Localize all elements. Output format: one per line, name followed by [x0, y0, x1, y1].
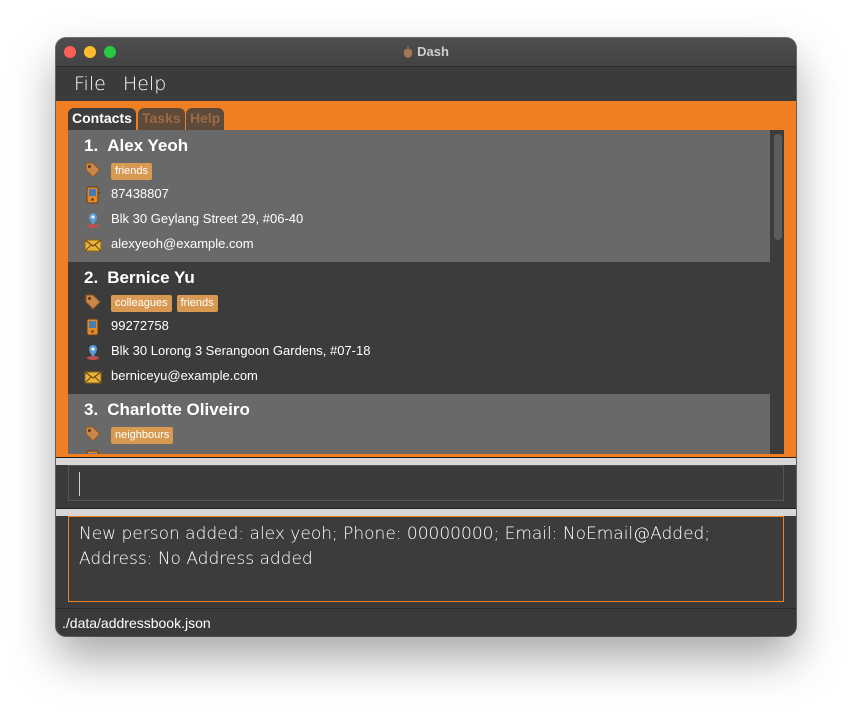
contact-card[interactable]: 3. Charlotte Oliveiro neighbours	[68, 394, 770, 454]
phone-text: 87438807	[111, 186, 169, 201]
tag-badge: colleagues	[111, 295, 172, 312]
contact-index: 3.	[84, 400, 99, 419]
phone-icon	[84, 186, 102, 209]
contact-name: 1. Alex Yeoh	[84, 136, 188, 156]
result-display: New person added: alex yeoh; Phone: 0000…	[68, 516, 784, 602]
contact-card[interactable]: 1. Alex Yeoh friends 87438807 Blk 30 Gey…	[68, 130, 770, 262]
phone-icon	[84, 450, 102, 454]
tag-icon	[84, 161, 102, 184]
menu-file[interactable]: File	[74, 73, 106, 95]
status-file-path: ./data/addressbook.json	[62, 615, 211, 631]
location-pin-icon	[84, 211, 102, 234]
tab-help[interactable]: Help	[186, 108, 225, 130]
window-title: Dash	[56, 44, 796, 61]
menu-help[interactable]: Help	[123, 73, 166, 95]
tab-contacts[interactable]: Contacts	[68, 108, 136, 130]
contact-name-text: Alex Yeoh	[107, 136, 189, 155]
split-divider[interactable]	[56, 457, 796, 465]
envelope-icon	[84, 368, 102, 391]
location-pin-icon	[84, 343, 102, 366]
address-text: Blk 30 Geylang Street 29, #06-40	[111, 211, 304, 226]
split-divider[interactable]	[56, 508, 796, 516]
text-caret	[79, 472, 80, 496]
title-bar: Dash	[56, 38, 796, 67]
command-box	[56, 465, 796, 508]
command-input[interactable]	[68, 465, 784, 501]
app-window: Dash File Help Contacts Tasks Help 1. Ale…	[56, 38, 796, 636]
status-bar: ./data/addressbook.json	[56, 608, 796, 636]
tag-icon	[84, 293, 102, 316]
envelope-icon	[84, 236, 102, 259]
contact-name: 2. Bernice Yu	[84, 268, 195, 288]
contact-list-scrollbar[interactable]	[770, 130, 784, 454]
tag-badge: friends	[176, 295, 218, 312]
scrollbar-thumb[interactable]	[774, 134, 782, 240]
email-text: berniceyu@example.com	[111, 368, 258, 383]
contact-list[interactable]: 1. Alex Yeoh friends 87438807 Blk 30 Gey…	[68, 130, 784, 454]
phone-icon	[84, 318, 102, 341]
contact-name: 3. Charlotte Oliveiro	[84, 400, 250, 420]
contact-name-text: Bernice Yu	[107, 268, 195, 287]
contact-index: 1.	[84, 136, 99, 155]
email-text: alexyeoh@example.com	[111, 236, 254, 251]
main-panel: Contacts Tasks Help 1. Alex Yeoh friends	[56, 101, 796, 457]
tab-tasks[interactable]: Tasks	[138, 108, 185, 130]
phone-text: 99272758	[111, 318, 169, 333]
app-icon	[403, 45, 413, 61]
contact-index: 2.	[84, 268, 99, 287]
menu-bar: File Help	[56, 67, 796, 101]
address-text: Blk 30 Lorong 3 Serangoon Gardens, #07-1…	[111, 343, 371, 358]
tag-icon	[84, 425, 102, 448]
contact-card[interactable]: 2. Bernice Yu colleagues friends 99272758	[68, 262, 770, 394]
tag-badge: neighbours	[111, 427, 174, 444]
window-title-text: Dash	[417, 44, 449, 59]
contact-name-text: Charlotte Oliveiro	[107, 400, 250, 419]
tag-badge: friends	[111, 163, 153, 180]
result-box: New person added: alex yeoh; Phone: 0000…	[56, 516, 796, 608]
